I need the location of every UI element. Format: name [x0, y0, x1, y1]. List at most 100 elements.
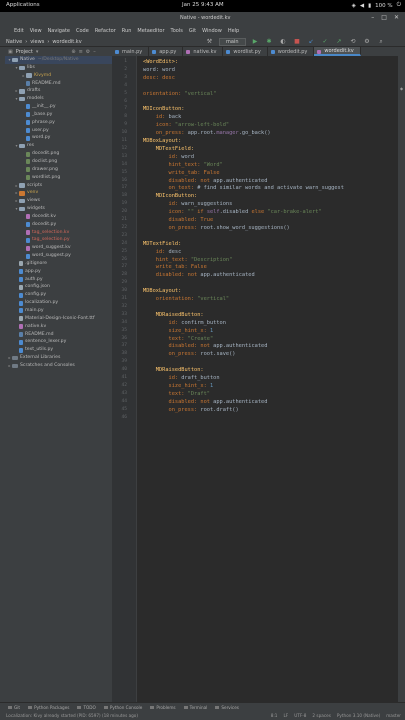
tree-item[interactable]: config.py: [5, 291, 112, 299]
menu-item-tools[interactable]: Tools: [171, 28, 183, 34]
tree-item[interactable]: .gitignore: [5, 260, 112, 268]
hide-icon[interactable]: –: [93, 49, 96, 55]
tree-item[interactable]: app.py: [5, 268, 112, 276]
tree-item[interactable]: ▸ venv: [5, 189, 112, 197]
editor-tab[interactable]: main.py: [112, 47, 150, 56]
editor-tab[interactable]: native.kv: [183, 47, 224, 56]
search-icon[interactable]: ⌕: [377, 37, 386, 46]
editor-tab[interactable]: wordedit.py: [268, 47, 315, 56]
gear-icon[interactable]: ⚙: [86, 49, 90, 55]
tree-item[interactable]: ▸ views: [5, 197, 112, 205]
menu-item-view[interactable]: View: [30, 28, 42, 34]
editor-tab[interactable]: app.py: [149, 47, 184, 56]
tree-item[interactable]: auth.py: [5, 276, 112, 284]
menu-item-window[interactable]: Window: [202, 28, 222, 34]
status-item[interactable]: Python 3.10 (Native): [337, 713, 380, 718]
menu-item-code[interactable]: Code: [76, 28, 89, 34]
tree-item[interactable]: README.md: [5, 331, 112, 339]
breadcrumb-item[interactable]: wordedit.kv: [52, 39, 81, 45]
tree-item[interactable]: README.md: [5, 80, 112, 88]
collapse-icon[interactable]: ≡: [79, 49, 83, 55]
bottom-tab-terminal[interactable]: Terminal: [183, 705, 207, 710]
editor-tab[interactable]: wordedit.kv: [314, 47, 361, 56]
git-commit-icon[interactable]: ✓: [321, 37, 330, 46]
system-clock[interactable]: Jan 25 9:43 AM: [182, 2, 224, 8]
tree-item[interactable]: ▸ drafts: [5, 87, 112, 95]
tree-item[interactable]: docedit.png: [5, 150, 112, 158]
tree-item[interactable]: word.py: [5, 134, 112, 142]
tree-item[interactable]: drawer.png: [5, 166, 112, 174]
status-item[interactable]: 8:1: [271, 713, 278, 718]
tree-item[interactable]: ▾ models: [5, 95, 112, 103]
tree-item[interactable]: ▸ Scratches and Consoles: [5, 362, 112, 370]
project-tool-window-header[interactable]: ▣ Project ▾ ⊕ ≡ ⚙ –: [0, 47, 112, 56]
tree-item[interactable]: tag_selection.py: [5, 236, 112, 244]
tree-item[interactable]: Material-Design-Iconic-Font.ttf: [5, 315, 112, 323]
settings-icon[interactable]: ⚙: [363, 37, 372, 46]
tree-item[interactable]: ▸ Kivymd: [5, 72, 112, 80]
chevron-down-icon[interactable]: ▾: [36, 49, 39, 55]
menu-item-git[interactable]: Git: [189, 28, 196, 34]
tree-item[interactable]: docedit.kv: [5, 213, 112, 221]
status-item[interactable]: LF: [283, 713, 288, 718]
history-icon[interactable]: ⟲: [349, 37, 358, 46]
system-tray[interactable]: ◈ ◀ ▮ 100 % ⏻: [352, 2, 401, 9]
menu-item-metaeditor[interactable]: Metaeditor: [137, 28, 164, 34]
bottom-tab-problems[interactable]: Problems: [150, 705, 176, 710]
bottom-tab-python-console[interactable]: Python Console: [103, 705, 142, 710]
breadcrumb-item[interactable]: Native: [6, 39, 22, 45]
tree-item[interactable]: main.py: [5, 307, 112, 315]
tree-item[interactable]: docedit.py: [5, 221, 112, 229]
run-configuration-select[interactable]: main: [219, 37, 246, 46]
tree-item[interactable]: native.kv: [5, 323, 112, 331]
maximize-icon[interactable]: □: [381, 14, 387, 21]
tree-item[interactable]: ▾ Native ~/Desktop/Native: [5, 56, 112, 64]
tree-item[interactable]: sentence_lexer.py: [5, 338, 112, 346]
git-push-icon[interactable]: ↗: [335, 37, 344, 46]
tree-item[interactable]: wordlist.png: [5, 174, 112, 182]
tree-item[interactable]: word_suggest.kv: [5, 244, 112, 252]
tree-item[interactable]: text_utils.py: [5, 346, 112, 354]
close-icon[interactable]: ✕: [394, 14, 399, 21]
tree-item[interactable]: config.json: [5, 283, 112, 291]
tree-item[interactable]: ▾ libs: [5, 64, 112, 72]
tree-item[interactable]: ▾ res: [5, 142, 112, 150]
power-menu-icon[interactable]: ⏻: [397, 2, 401, 9]
tree-item[interactable]: doclist.png: [5, 158, 112, 166]
status-item[interactable]: UTF-8: [294, 713, 306, 718]
activities-button[interactable]: Applications: [6, 2, 40, 8]
tree-item[interactable]: word_suggest.py: [5, 252, 112, 260]
bottom-tab-todo[interactable]: TODO: [77, 705, 96, 710]
menu-item-run[interactable]: Run: [122, 28, 132, 34]
menu-item-refactor[interactable]: Refactor: [95, 28, 116, 34]
menu-item-edit[interactable]: Edit: [14, 28, 24, 34]
stop-icon[interactable]: ■: [293, 37, 302, 46]
minimize-icon[interactable]: –: [371, 14, 374, 21]
bottom-tab-git[interactable]: Git: [8, 705, 20, 710]
menu-item-navigate[interactable]: Navigate: [48, 28, 70, 34]
tree-item[interactable]: phrase.py: [5, 119, 112, 127]
tree-item[interactable]: localization.py: [5, 299, 112, 307]
tree-item[interactable]: _base.py: [5, 111, 112, 119]
tree-item[interactable]: user.py: [5, 127, 112, 135]
run-icon[interactable]: ▶: [251, 37, 260, 46]
build-icon[interactable]: ⚒: [205, 37, 214, 46]
editor-tab[interactable]: wordlist.py: [223, 47, 268, 56]
tree-item[interactable]: ▾ widgets: [5, 205, 112, 213]
menu-item-help[interactable]: Help: [228, 28, 239, 34]
bottom-tab-python-packages[interactable]: Python Packages: [28, 705, 69, 710]
code-editor[interactable]: <WordEdit>: word: word desc: desc orientati…: [137, 56, 398, 702]
tree-item[interactable]: ▸ External Libraries: [5, 354, 112, 362]
status-item[interactable]: master: [386, 713, 401, 718]
git-update-icon[interactable]: ↙: [307, 37, 316, 46]
status-item[interactable]: 2 spaces: [312, 713, 330, 718]
coverage-icon[interactable]: ◐: [279, 37, 288, 46]
status-message[interactable]: Localization: Kivy already started (PID:…: [6, 713, 138, 718]
breadcrumb-item[interactable]: views: [30, 39, 44, 45]
bottom-tab-services[interactable]: Services: [215, 705, 239, 710]
tree-item[interactable]: tag_selection.kv: [5, 229, 112, 237]
debug-icon[interactable]: ✱: [265, 37, 274, 46]
locate-icon[interactable]: ⊕: [71, 49, 75, 55]
tree-item[interactable]: ▸ scripts: [5, 182, 112, 190]
tree-item[interactable]: __init__.py: [5, 103, 112, 111]
